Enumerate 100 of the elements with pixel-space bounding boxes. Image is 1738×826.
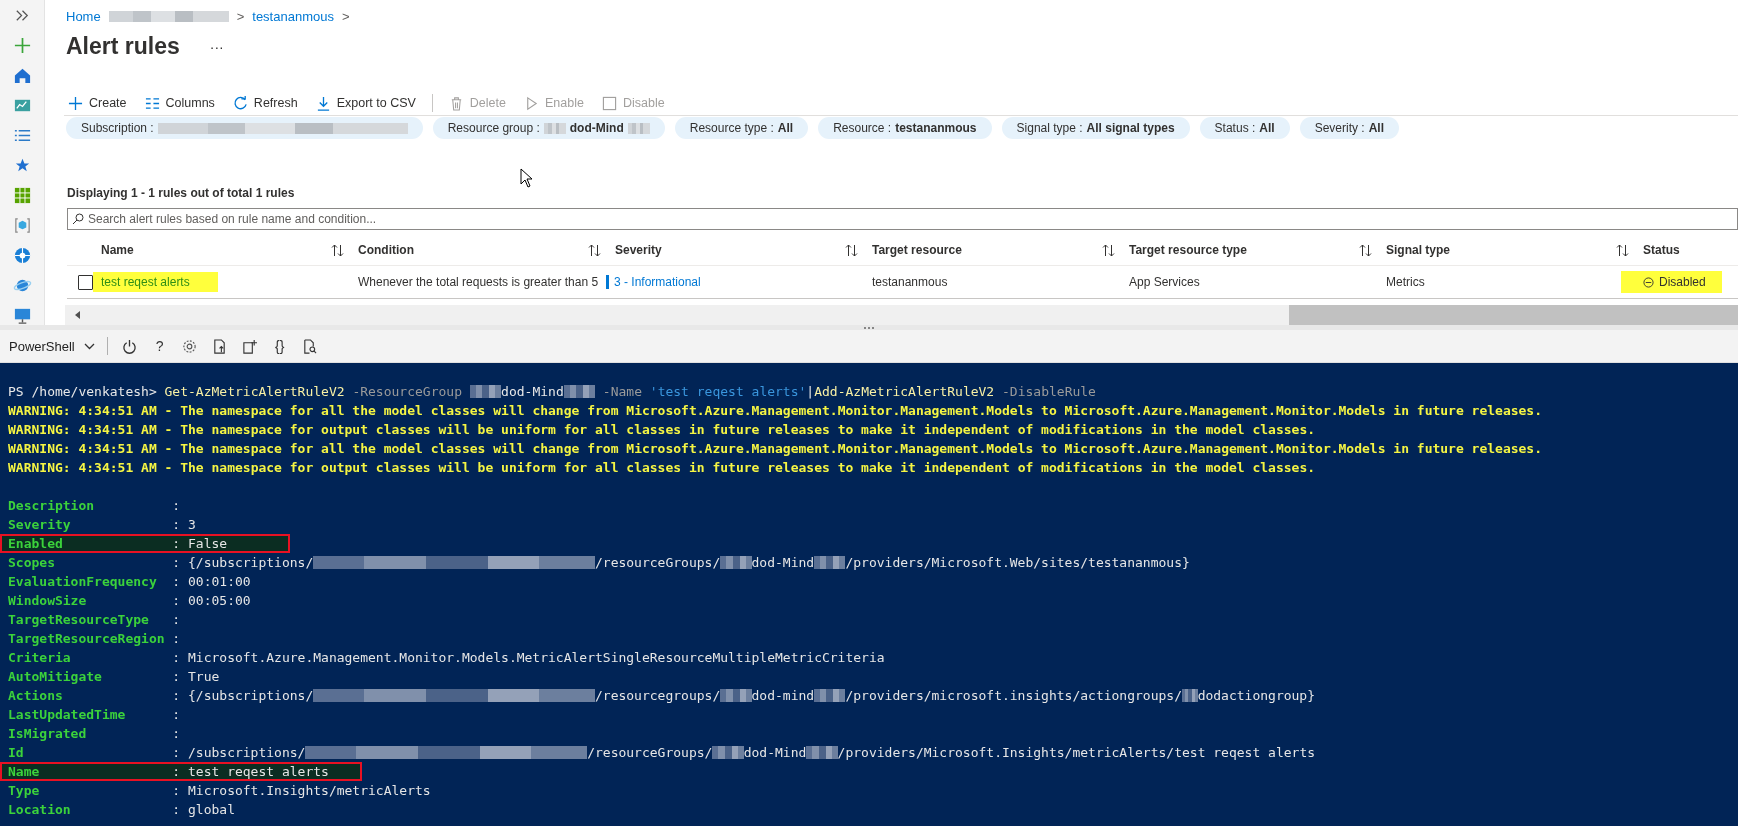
column-header[interactable]: Signal type [1386, 235, 1643, 266]
redacted-block [720, 556, 752, 569]
download-icon [315, 95, 331, 111]
parameter-name: -Name [601, 384, 643, 399]
scroll-left-icon[interactable] [74, 311, 82, 319]
chevron-down-icon [83, 342, 95, 350]
filter-pill[interactable]: Resource type : All [674, 117, 809, 139]
table-cell: Whenever the total requests is greater than 5 [358, 275, 599, 289]
terminal-text: dod-Mind [743, 745, 807, 760]
globe-icon[interactable] [12, 246, 32, 265]
toolbar-button[interactable]: Create [66, 91, 129, 115]
toolbar-button[interactable]: Columns [142, 91, 217, 115]
square-icon [601, 95, 617, 111]
property-name: AutoMitigate [8, 668, 103, 686]
shell-selector[interactable]: PowerShell [9, 338, 95, 354]
sort-icon[interactable] [1359, 243, 1372, 257]
warning-text: WARNING: 4:34:51 AM - The namespace for output classes will be uniform for all classes in future releases to make it independent of modifications in the model classes. [8, 421, 1317, 439]
new-window-icon[interactable] [242, 338, 258, 354]
help-button[interactable]: ? [149, 335, 170, 357]
terminal-text: : 3 [172, 517, 196, 532]
toolbar-button[interactable]: Refresh [230, 91, 300, 115]
scrollbar-thumb[interactable] [1289, 305, 1738, 325]
redacted-block [627, 122, 650, 134]
search-field[interactable]: Search alert rules based on rule name and condition... [67, 208, 1738, 230]
terminal-text: | [806, 384, 815, 399]
search-icon [72, 213, 84, 225]
cmdlet-name: Get-AzMetricAlertRuleV2 [164, 384, 345, 399]
disabled-icon [1643, 276, 1654, 288]
file-search-icon[interactable] [302, 338, 318, 354]
terminal-text: : {/subscriptions/ [172, 688, 314, 703]
filter-pill[interactable]: Subscription : [66, 117, 423, 139]
cmdlet-name: Add-AzMetricAlertRuleV2 [814, 384, 995, 399]
property-name: Name [8, 764, 41, 779]
property-name: WindowSize [8, 592, 88, 610]
table-cell: Metrics [1386, 275, 1425, 289]
horizontal-scrollbar[interactable] [65, 305, 1738, 325]
property-name: TargetResourceRegion [8, 630, 165, 648]
filter-pill[interactable]: Signal type : All signal types [1001, 117, 1190, 139]
property-name: TargetResourceType [8, 611, 150, 629]
redacted-block [720, 689, 752, 702]
column-header[interactable]: Status [1643, 235, 1738, 266]
grid-icon[interactable] [12, 186, 32, 205]
parameter-name: -DisableRule [1001, 384, 1096, 399]
terminal-text: dodactiongroup} [1197, 688, 1316, 703]
plus-icon[interactable] [12, 36, 32, 55]
redacted-block [712, 746, 744, 759]
breadcrumb-separator: > [341, 9, 350, 24]
property-name: Description [8, 497, 96, 515]
terminal-text: : [172, 726, 181, 741]
home-icon[interactable] [12, 66, 32, 85]
row-checkbox[interactable] [77, 274, 93, 290]
terminal-text: /resourceGroups/ [587, 745, 713, 760]
property-name: Scopes [8, 554, 56, 572]
terminal-text: /resourceGroups/ [595, 555, 721, 570]
terminal-text: : False [172, 536, 228, 551]
terminal-text: : [172, 631, 181, 646]
terminal-text: /providers/Microsoft.Web/sites/testananmous} [845, 555, 1190, 570]
more-button[interactable]: ··· [209, 38, 224, 55]
property-name: Actions [8, 687, 64, 705]
filter-pill[interactable]: Status : All [1199, 117, 1290, 139]
terminal-text: : True [172, 669, 220, 684]
property-name: Enabled [8, 536, 64, 551]
sort-icon[interactable] [331, 243, 344, 257]
filter-pill[interactable]: Resource group : dod-Mind [432, 117, 665, 139]
power-icon[interactable] [122, 338, 138, 354]
table-cell: App Services [1129, 275, 1200, 289]
column-header[interactable]: Target resource type [1129, 235, 1386, 266]
column-header[interactable]: Name [101, 235, 358, 266]
column-header[interactable]: Severity [615, 235, 872, 266]
property-name: EvaluationFrequency [8, 573, 158, 591]
terminal-text: : 00:01:00 [172, 574, 251, 589]
refresh-icon [232, 95, 248, 111]
file-upload-icon[interactable] [212, 338, 228, 354]
toolbar-button[interactable]: Export to CSV [313, 91, 418, 115]
sort-icon[interactable] [845, 243, 858, 257]
filter-pill[interactable]: Resource : testananmous [818, 117, 992, 139]
settings-icon[interactable] [182, 338, 198, 354]
terminal-text: : Microsoft.Insights/metricAlerts [172, 783, 431, 798]
rule-name-link[interactable]: test reqest alerts [93, 272, 218, 292]
sort-icon[interactable] [588, 243, 601, 257]
terminal-text: : 00:05:00 [172, 593, 251, 608]
monitor-icon[interactable] [12, 306, 32, 325]
property-name: IsMigrated [8, 725, 88, 743]
breadcrumb-link[interactable]: testananmous [252, 9, 334, 24]
redacted-block [806, 746, 838, 759]
mouse-pointer-icon [520, 168, 534, 188]
editor-button[interactable]: {} [269, 335, 290, 357]
filter-pill[interactable]: Severity : All [1299, 117, 1399, 139]
sort-icon[interactable] [1102, 243, 1115, 257]
terminal-text: : [172, 498, 181, 513]
column-header[interactable]: Condition [358, 235, 615, 266]
redacted-block [469, 385, 502, 398]
property-name: Type [8, 782, 41, 800]
drag-handle-icon[interactable] [863, 325, 875, 330]
property-name: Criteria [8, 649, 72, 667]
sort-icon[interactable] [1616, 243, 1629, 257]
parameter-name: -ResourceGroup [351, 384, 463, 399]
column-header[interactable]: Target resource [872, 235, 1129, 266]
breadcrumb-link[interactable]: Home [66, 9, 101, 24]
terminal-text: /providers/Microsoft.Insights/metricAlerts/test reqest alerts [837, 745, 1316, 760]
